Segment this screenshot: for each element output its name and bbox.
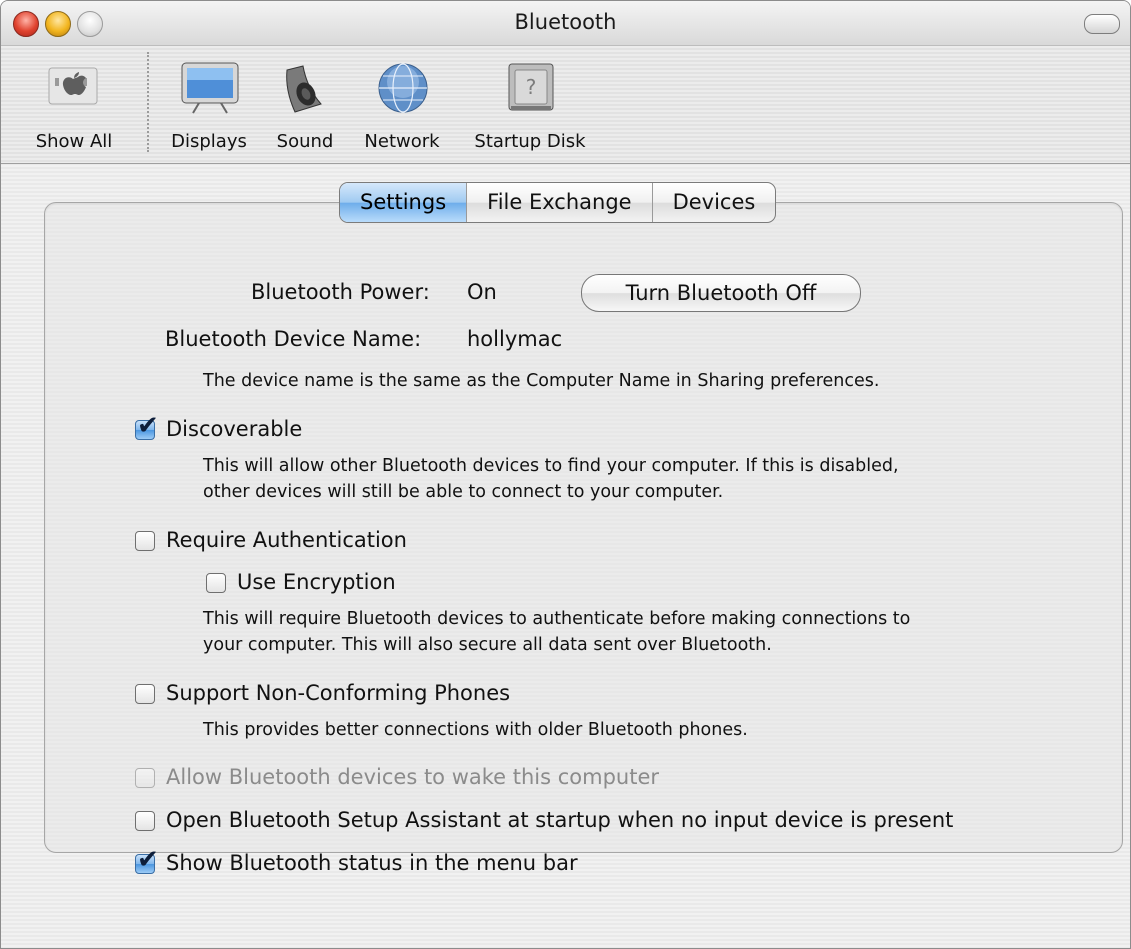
toolbar-toggle-button[interactable] — [1084, 14, 1120, 34]
toolbar-item-network[interactable]: Network — [351, 46, 453, 163]
open-setup-assistant-checkbox[interactable] — [135, 811, 155, 831]
use-encryption-checkbox[interactable] — [206, 573, 226, 593]
bluetooth-power-label: Bluetooth Power: — [251, 280, 430, 304]
toolbar-label-startup-disk: Startup Disk — [474, 131, 586, 152]
preferences-toolbar: Show All Displays Sound Network ? Startu… — [1, 46, 1130, 164]
toolbar-item-displays[interactable]: Displays — [161, 46, 257, 163]
encryption-description-line1: This will require Bluetooth devices to a… — [203, 609, 911, 629]
toolbar-item-startup-disk[interactable]: ? Startup Disk — [465, 46, 595, 163]
checkmark-icon: ✔ — [137, 411, 159, 441]
support-non-conforming-phones-label[interactable]: Support Non-Conforming Phones — [166, 681, 510, 705]
tab-file-exchange[interactable]: File Exchange — [467, 183, 653, 222]
open-setup-assistant-label[interactable]: Open Bluetooth Setup Assistant at startu… — [166, 808, 953, 832]
support-non-conforming-phones-checkbox[interactable] — [135, 684, 155, 704]
non-conforming-description: This provides better connections with ol… — [203, 720, 748, 740]
svg-text:?: ? — [526, 75, 537, 99]
hard-disk-icon: ? — [508, 63, 554, 111]
bluetooth-power-value: On — [467, 280, 497, 304]
discoverable-checkbox[interactable]: ✔ — [135, 411, 159, 441]
toolbar-label-displays: Displays — [171, 131, 247, 152]
network-globe-icon — [378, 63, 428, 113]
discoverable-description-line2: other devices will still be able to conn… — [203, 482, 724, 502]
toolbar-separator — [147, 52, 149, 152]
checkmark-icon: ✔ — [137, 845, 159, 875]
discoverable-description-line1: This will allow other Bluetooth devices … — [203, 456, 899, 476]
bluetooth-preferences-window: Bluetooth Show All Displays Sound Networ… — [0, 0, 1131, 949]
window-title: Bluetooth — [514, 10, 617, 34]
discoverable-label[interactable]: Discoverable — [166, 417, 302, 441]
toolbar-item-show-all[interactable]: Show All — [1, 46, 147, 163]
preferences-content: Settings File Exchange Devices Bluetooth… — [1, 164, 1130, 948]
title-bar: Bluetooth — [1, 1, 1130, 46]
device-name-value: hollymac — [467, 327, 563, 351]
require-authentication-checkbox[interactable] — [135, 531, 155, 551]
show-status-menu-bar-checkbox[interactable]: ✔ — [135, 845, 159, 875]
tab-bar: Settings File Exchange Devices — [339, 182, 777, 223]
use-encryption-label[interactable]: Use Encryption — [237, 570, 396, 594]
tab-settings[interactable]: Settings — [340, 183, 468, 222]
toolbar-item-sound[interactable]: Sound — [265, 46, 345, 163]
toolbar-label-show-all: Show All — [35, 131, 113, 152]
tab-devices[interactable]: Devices — [653, 183, 776, 222]
allow-wake-checkbox — [135, 768, 155, 788]
apple-icon — [48, 67, 98, 105]
toolbar-label-network: Network — [364, 131, 440, 152]
allow-wake-label: Allow Bluetooth devices to wake this com… — [166, 765, 660, 789]
require-authentication-label[interactable]: Require Authentication — [166, 528, 407, 552]
show-status-menu-bar-label[interactable]: Show Bluetooth status in the menu bar — [166, 851, 578, 875]
turn-bluetooth-off-button[interactable]: Turn Bluetooth Off — [581, 274, 861, 312]
device-name-label: Bluetooth Device Name: — [165, 327, 422, 351]
device-name-note: The device name is the same as the Compu… — [203, 371, 880, 391]
display-icon — [181, 62, 239, 114]
encryption-description-line2: your computer. This will also secure all… — [203, 635, 772, 655]
speaker-icon — [286, 65, 322, 113]
toolbar-label-sound: Sound — [276, 131, 334, 152]
